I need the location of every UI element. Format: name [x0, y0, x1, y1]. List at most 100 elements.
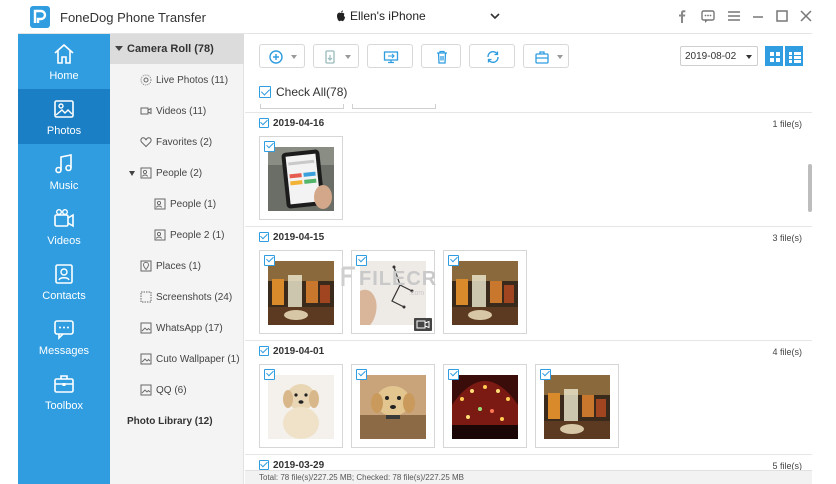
photo-checkbox[interactable]: [264, 141, 275, 152]
toolbox-icon: [535, 51, 549, 64]
christmas-lights-image: [452, 375, 518, 439]
photo-thumbnail[interactable]: [259, 250, 343, 334]
refresh-button[interactable]: [469, 44, 515, 68]
photo-checkbox[interactable]: [448, 255, 459, 266]
tree-item-label: Cuto Wallpaper (1): [156, 354, 240, 365]
group-checkbox[interactable]: [259, 460, 269, 470]
album-icon: [140, 322, 152, 334]
tree-item-people-1[interactable]: People (1): [110, 195, 244, 215]
sidebar-item-contacts[interactable]: Contacts: [18, 254, 110, 309]
photo-thumbnail[interactable]: [443, 364, 527, 448]
watermark-text: FILECR: [359, 268, 438, 290]
date-group-header: 2019-04-16 1 file(s): [245, 112, 812, 132]
tree-item-live-photos[interactable]: Live Photos (11): [110, 71, 244, 91]
tree-item-label: QQ (6): [156, 385, 187, 396]
tree-item-label: Places (1): [156, 261, 202, 272]
sidebar: Home Photos Music Videos Contacts Messag…: [18, 34, 110, 484]
maximize-icon[interactable]: [774, 8, 790, 24]
grid-view-icon: [770, 52, 780, 62]
group-checkbox[interactable]: [259, 232, 269, 242]
export-to-pc-icon: [383, 51, 399, 64]
tree-item-label: Videos (11): [156, 106, 207, 117]
tree-item-photo-library[interactable]: Photo Library (12): [127, 416, 213, 427]
list-view-icon: [789, 52, 801, 63]
photo-checkbox[interactable]: [540, 369, 551, 380]
group-count: 3 file(s): [772, 233, 802, 243]
group-count: 4 file(s): [772, 347, 802, 357]
videos-icon: [54, 209, 74, 228]
tree-item-videos[interactable]: Videos (11): [110, 102, 244, 122]
export-icon: [325, 50, 335, 64]
photo-thumbnail[interactable]: [259, 136, 343, 220]
add-button[interactable]: [259, 44, 305, 68]
photo-checkbox[interactable]: [264, 369, 275, 380]
tree-item-screenshots[interactable]: Screenshots (24): [110, 288, 244, 308]
tree-item-label: WhatsApp (17): [156, 323, 223, 334]
date-group-header: 2019-03-29 5 file(s): [245, 454, 812, 470]
facebook-icon[interactable]: [674, 8, 690, 24]
screenshot-icon: [140, 291, 152, 303]
date-select[interactable]: 2019-08-02: [680, 46, 758, 66]
grid-view-button[interactable]: [765, 46, 783, 66]
toolbar: 2019-08-02: [245, 34, 812, 78]
sidebar-item-home[interactable]: Home: [18, 34, 110, 89]
feedback-icon[interactable]: [700, 8, 716, 24]
heart-icon: [140, 137, 152, 148]
tree-item-people-2[interactable]: People 2 (1): [110, 226, 244, 246]
tree-root-camera-roll[interactable]: Camera Roll (78): [110, 34, 244, 64]
sidebar-item-photos[interactable]: Photos: [18, 89, 110, 144]
add-icon: [269, 50, 283, 64]
sidebar-item-messages[interactable]: Messages: [18, 309, 110, 364]
export-button[interactable]: [313, 44, 359, 68]
photo-thumbnail[interactable]: [443, 250, 527, 334]
device-selector[interactable]: Ellen's iPhone: [336, 8, 500, 26]
sidebar-item-music[interactable]: Music: [18, 144, 110, 199]
minimize-icon[interactable]: [750, 8, 766, 24]
app-title: FoneDog Phone Transfer: [60, 10, 206, 25]
close-icon[interactable]: [798, 8, 814, 24]
photo-checkbox[interactable]: [356, 255, 367, 266]
collapse-triangle-icon[interactable]: [115, 46, 123, 51]
date-group-header: 2019-04-01 4 file(s): [245, 340, 812, 360]
list-view-button[interactable]: [785, 46, 803, 66]
contacts-icon: [55, 264, 73, 284]
group-checkbox[interactable]: [259, 346, 269, 356]
toolbox-button[interactable]: [523, 44, 569, 68]
export-to-pc-button[interactable]: [367, 44, 413, 68]
photo-thumbnail[interactable]: [259, 364, 343, 448]
photo-checkbox[interactable]: [264, 255, 275, 266]
vertical-scrollbar[interactable]: [808, 164, 812, 212]
photo-thumbnail[interactable]: [535, 364, 619, 448]
sidebar-item-videos[interactable]: Videos: [18, 199, 110, 254]
live-photo-icon: [140, 74, 152, 86]
puppy-white-image: [268, 375, 334, 439]
photo-thumbnail[interactable]: [351, 364, 435, 448]
watermark-logo-icon: [341, 266, 355, 286]
tree-item-favorites[interactable]: Favorites (2): [110, 133, 244, 153]
date-group-header: 2019-04-15 3 file(s): [245, 226, 812, 246]
sidebar-item-label: Contacts: [42, 290, 86, 302]
apple-icon: [337, 10, 345, 22]
tree-item-label: People (1): [170, 199, 217, 210]
check-all-checkbox[interactable]: [259, 86, 271, 98]
group-date: 2019-04-16: [273, 118, 325, 129]
home-icon: [54, 43, 74, 64]
tree-item-cuto-wallpaper[interactable]: Cuto Wallpaper (1): [110, 350, 244, 370]
tree-item-qq[interactable]: QQ (6): [110, 381, 244, 401]
sidebar-item-toolbox[interactable]: Toolbox: [18, 364, 110, 419]
people-icon: [154, 229, 166, 241]
photo-checkbox[interactable]: [356, 369, 367, 380]
collapse-triangle-icon[interactable]: [129, 171, 135, 176]
caret-down-icon: [345, 55, 351, 59]
group-checkbox[interactable]: [259, 118, 269, 128]
photo-checkbox[interactable]: [448, 369, 459, 380]
delete-button[interactable]: [421, 44, 461, 68]
sidebar-item-label: Videos: [47, 235, 81, 247]
menu-icon[interactable]: [726, 8, 742, 24]
tree-item-people[interactable]: People (2): [110, 164, 244, 184]
album-icon: [140, 384, 152, 396]
status-bar: Total: 78 file(s)/227.25 MB; Checked: 78…: [245, 470, 812, 484]
tree-item-places[interactable]: Places (1): [110, 257, 244, 277]
album-tree: Camera Roll (78) Live Photos (11) Videos…: [110, 34, 244, 484]
tree-item-whatsapp[interactable]: WhatsApp (17): [110, 319, 244, 339]
